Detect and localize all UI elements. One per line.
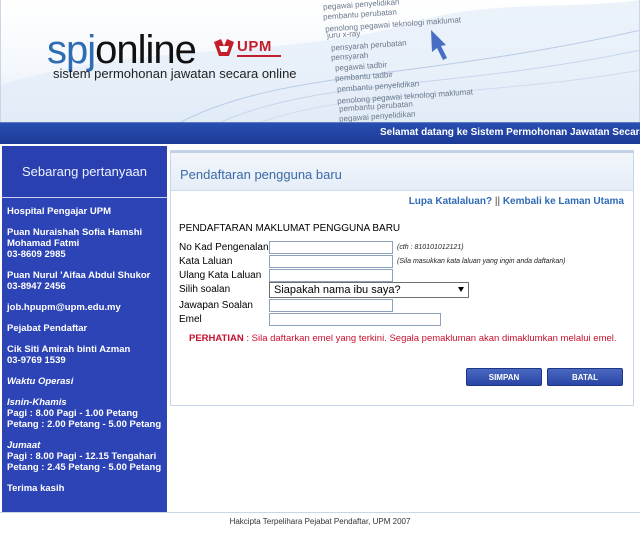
hospital-name: Hospital Pengajar UPM <box>7 206 111 217</box>
notice-message: PERHATIAN : Sila daftarkan emel yang ter… <box>189 333 617 344</box>
job-word: juru x-ray <box>326 28 361 41</box>
job-word: pensyarah perubatan <box>330 38 407 53</box>
upm-underline <box>237 55 281 57</box>
contact-2: Puan Nurul 'Aifaa Abdul Shukor 03-8947 2… <box>7 270 163 292</box>
contact-1: Puan Nuraishah Sofia Hamshi Mohamad Fatm… <box>7 227 163 260</box>
footer-copyright: Hakcipta Terpelihara Pejabat Pendaftar, … <box>229 517 411 526</box>
security-question-value: Siapakah nama ibu saya? <box>274 284 401 296</box>
sidebar-contact: Sebarang pertanyaan Hospital Pengajar UP… <box>2 146 167 512</box>
friday-hours: Pagi : 8.00 Pagi - 12.15 Tengahari Petan… <box>7 451 162 473</box>
notice-text: : Sila daftarkan emel yang terkini. Sega… <box>243 333 617 344</box>
password-hint: (Sila masukkan kata laluan yang ingin an… <box>397 258 566 265</box>
form-heading: PENDAFTARAN MAKLUMAT PENGGUNA BARU <box>179 223 401 234</box>
answer-input[interactable] <box>269 299 393 312</box>
top-links: Lupa Katalaluan? || Kembali ke Laman Uta… <box>409 196 624 207</box>
link-separator: || <box>494 196 501 207</box>
security-question-select[interactable]: Siapakah nama ibu saya? <box>269 282 469 298</box>
ic-input[interactable] <box>269 241 393 254</box>
cancel-button[interactable]: BATAL <box>547 368 623 386</box>
confirm-password-input[interactable] <box>269 269 393 282</box>
job-titles-collage: pegawai penyelidikan pembantu perubatan … <box>319 0 519 122</box>
save-button[interactable]: SIMPAN <box>466 368 542 386</box>
back-home-link[interactable]: Kembali ke Laman Utama <box>503 196 624 207</box>
password-input[interactable] <box>269 255 393 268</box>
upm-emblem-icon <box>214 39 234 56</box>
thanks-text: Terima kasih <box>7 483 65 494</box>
weekday-hours-block: Isnin-Khamis Pagi : 8.00 Pagi - 1.00 Pet… <box>7 397 163 430</box>
password-label: Kata Laluan <box>179 256 233 267</box>
confirm-password-label: Ulang Kata Laluan <box>179 270 262 281</box>
page-title: Pendaftaran pengguna baru <box>171 151 633 191</box>
contact-email[interactable]: job.hpupm@upm.edu.my <box>7 302 163 313</box>
notice-label: PERHATIAN <box>189 333 244 344</box>
office-name: Pejabat Pendaftar <box>7 323 88 334</box>
contact-2-name: Puan Nurul 'Aifaa Abdul Shukor <box>7 270 151 281</box>
ic-hint: (cth : 810101012121) <box>397 244 464 251</box>
friday-hours-block: Jumaat Pagi : 8.00 Pagi - 12.15 Tengahar… <box>7 440 163 473</box>
contact-1-phone: 03-8609 2985 <box>7 249 66 260</box>
contact-3: Cik Siti Amirah binti Azman 03-9769 1539 <box>7 344 163 366</box>
chevron-down-icon <box>458 287 464 292</box>
sidebar-body: Hospital Pengajar UPM Puan Nuraishah Sof… <box>2 198 167 494</box>
logo-tagline: sistem permohonan jawatan secara online <box>53 66 297 81</box>
weekday-hours: Pagi : 8.00 Pagi - 1.00 Petang Petang : … <box>7 408 162 430</box>
upm-logo: UPM <box>213 38 283 60</box>
hours-title: Waktu Operasi <box>7 376 74 387</box>
contact-1-name: Puan Nuraishah Sofia Hamshi Mohamad Fatm… <box>7 227 143 249</box>
contact-3-phone: 03-9769 1539 <box>7 355 66 366</box>
upm-wordmark: UPM <box>237 38 272 55</box>
forgot-password-link[interactable]: Lupa Katalaluan? <box>409 196 492 207</box>
welcome-text: Selamat datang ke Sistem Permohonan Jawa… <box>380 127 640 138</box>
weekday-title: Isnin-Khamis <box>7 397 67 408</box>
welcome-marquee-bar: Selamat datang ke Sistem Permohonan Jawa… <box>0 122 640 144</box>
answer-label: Jawapan Soalan <box>179 300 253 311</box>
job-word: pensyarah <box>330 50 369 63</box>
email-label: Emel <box>179 314 202 325</box>
registration-panel: Pendaftaran pengguna baru Lupa Katalalua… <box>170 150 634 406</box>
email-input[interactable] <box>269 313 441 326</box>
ic-label: No Kad Pengenalan <box>179 242 269 253</box>
sidebar-title: Sebarang pertanyaan <box>2 146 167 198</box>
footer-divider <box>0 512 640 513</box>
contact-3-name: Cik Siti Amirah binti Azman <box>7 344 131 355</box>
site-header: pegawai penyelidikan pembantu perubatan … <box>0 0 640 122</box>
security-question-label: Silih soalan <box>179 284 231 295</box>
friday-title: Jumaat <box>7 440 41 451</box>
contact-2-phone: 03-8947 2456 <box>7 281 66 292</box>
